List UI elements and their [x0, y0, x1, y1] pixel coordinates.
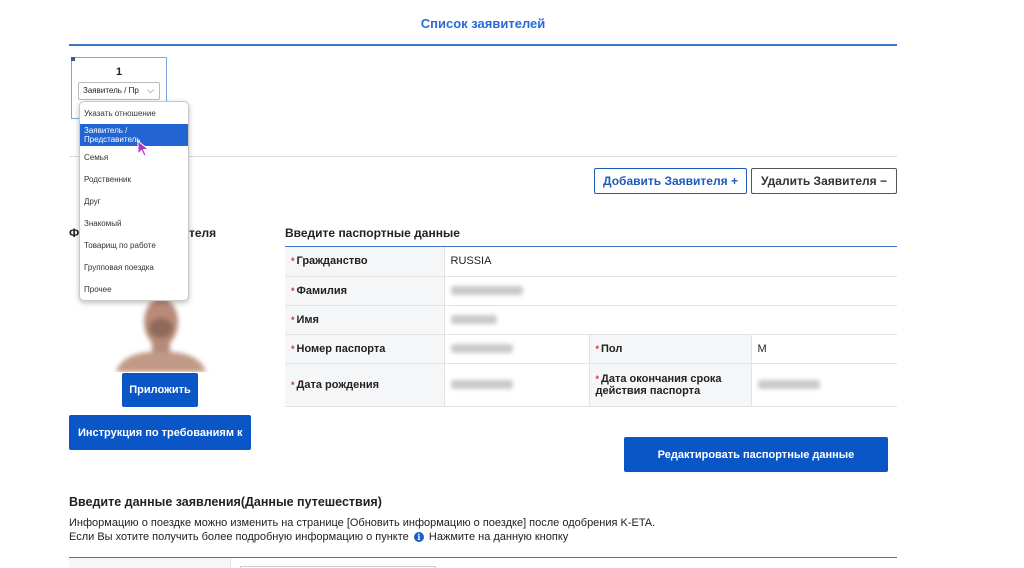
name-value-redacted: [443, 305, 897, 335]
table-row: * Дата рождения * Дата окончания срока дей…: [285, 363, 897, 407]
delete-applicant-button[interactable]: Удалить Заявителя −: [751, 168, 897, 194]
citizenship-value: RUSSIA: [443, 247, 897, 277]
name-label: * Имя: [285, 305, 444, 335]
passport-number-label: * Номер паспорта: [285, 334, 444, 364]
passport-expiry-label: * Дата окончания срока действия паспорта: [588, 363, 752, 407]
passport-number-value-redacted: [443, 334, 589, 364]
applicant-photo: [116, 298, 206, 372]
table-row: * Гражданство RUSSIA: [285, 247, 897, 277]
passport-section-heading: Введите паспортные данные: [285, 226, 460, 240]
surname-label: * Фамилия: [285, 276, 444, 306]
relation-select-value: Заявитель / Пр: [83, 86, 139, 95]
required-mark: *: [291, 314, 295, 325]
section-divider: [69, 156, 897, 157]
trip-section-heading: Введите данные заявления(Данные путешест…: [69, 495, 382, 509]
chevron-down-icon: ⌵: [147, 85, 154, 95]
title-divider: [69, 44, 897, 46]
passport-expiry-value-redacted: [751, 363, 897, 407]
photo-heading-start: Ф: [69, 226, 80, 240]
trip-field-label-cell: [69, 558, 231, 568]
birth-date-label: * Дата рождения: [285, 363, 444, 407]
surname-value-redacted: [443, 276, 897, 306]
sex-value: M: [751, 334, 897, 364]
table-row: * Имя: [285, 305, 897, 335]
sex-label: * Пол: [588, 334, 752, 364]
page-title: Список заявителей: [420, 16, 546, 31]
passport-table: * Гражданство RUSSIA * Фамилия * Имя * Номер…: [285, 247, 897, 407]
relation-option[interactable]: Знакомый: [80, 212, 188, 234]
required-mark: *: [291, 285, 295, 296]
required-mark: *: [291, 256, 295, 267]
edit-passport-button[interactable]: Редактировать паспортные данные: [624, 437, 888, 472]
relation-dropdown-list: Указать отношение Заявитель / Представит…: [79, 101, 189, 301]
required-mark: *: [595, 373, 600, 384]
citizenship-label: * Гражданство: [285, 247, 444, 277]
attach-photo-button[interactable]: Приложить: [122, 373, 198, 407]
table-row: * Фамилия: [285, 276, 897, 306]
relation-option[interactable]: Прочее: [80, 278, 188, 300]
relation-option[interactable]: Семья: [80, 146, 188, 168]
required-mark: *: [595, 343, 600, 354]
required-mark: *: [291, 343, 295, 354]
relation-option[interactable]: Друг: [80, 190, 188, 212]
mouse-pointer-icon: [137, 140, 150, 157]
trip-info-text: Информацию о поездке можно изменить на с…: [69, 517, 656, 529]
birth-date-value-redacted: [443, 363, 589, 407]
info-icon[interactable]: i: [413, 532, 424, 543]
photo-instructions-button[interactable]: Инструкция по требованиям к: [69, 415, 251, 450]
table-row: * Номер паспорта * Пол M: [285, 334, 897, 364]
applicant-number: 1: [115, 66, 123, 78]
relation-option[interactable]: Родственник: [80, 168, 188, 190]
relation-option[interactable]: Групповая поездка: [80, 256, 188, 278]
relation-option[interactable]: Товарищ по работе: [80, 234, 188, 256]
relation-select[interactable]: Заявитель / Пр ⌵: [78, 82, 160, 100]
add-applicant-button[interactable]: Добавить Заявителя +: [594, 168, 747, 194]
trip-help-text: Если Вы хотите получить более подробную …: [69, 531, 569, 543]
relation-option-selected[interactable]: Заявитель / Представитель: [80, 124, 188, 146]
relation-option[interactable]: Указать отношение: [80, 102, 188, 124]
required-mark: *: [291, 379, 295, 390]
tab-corner-marker: [71, 57, 75, 61]
photo-heading-end: теля: [189, 226, 217, 240]
